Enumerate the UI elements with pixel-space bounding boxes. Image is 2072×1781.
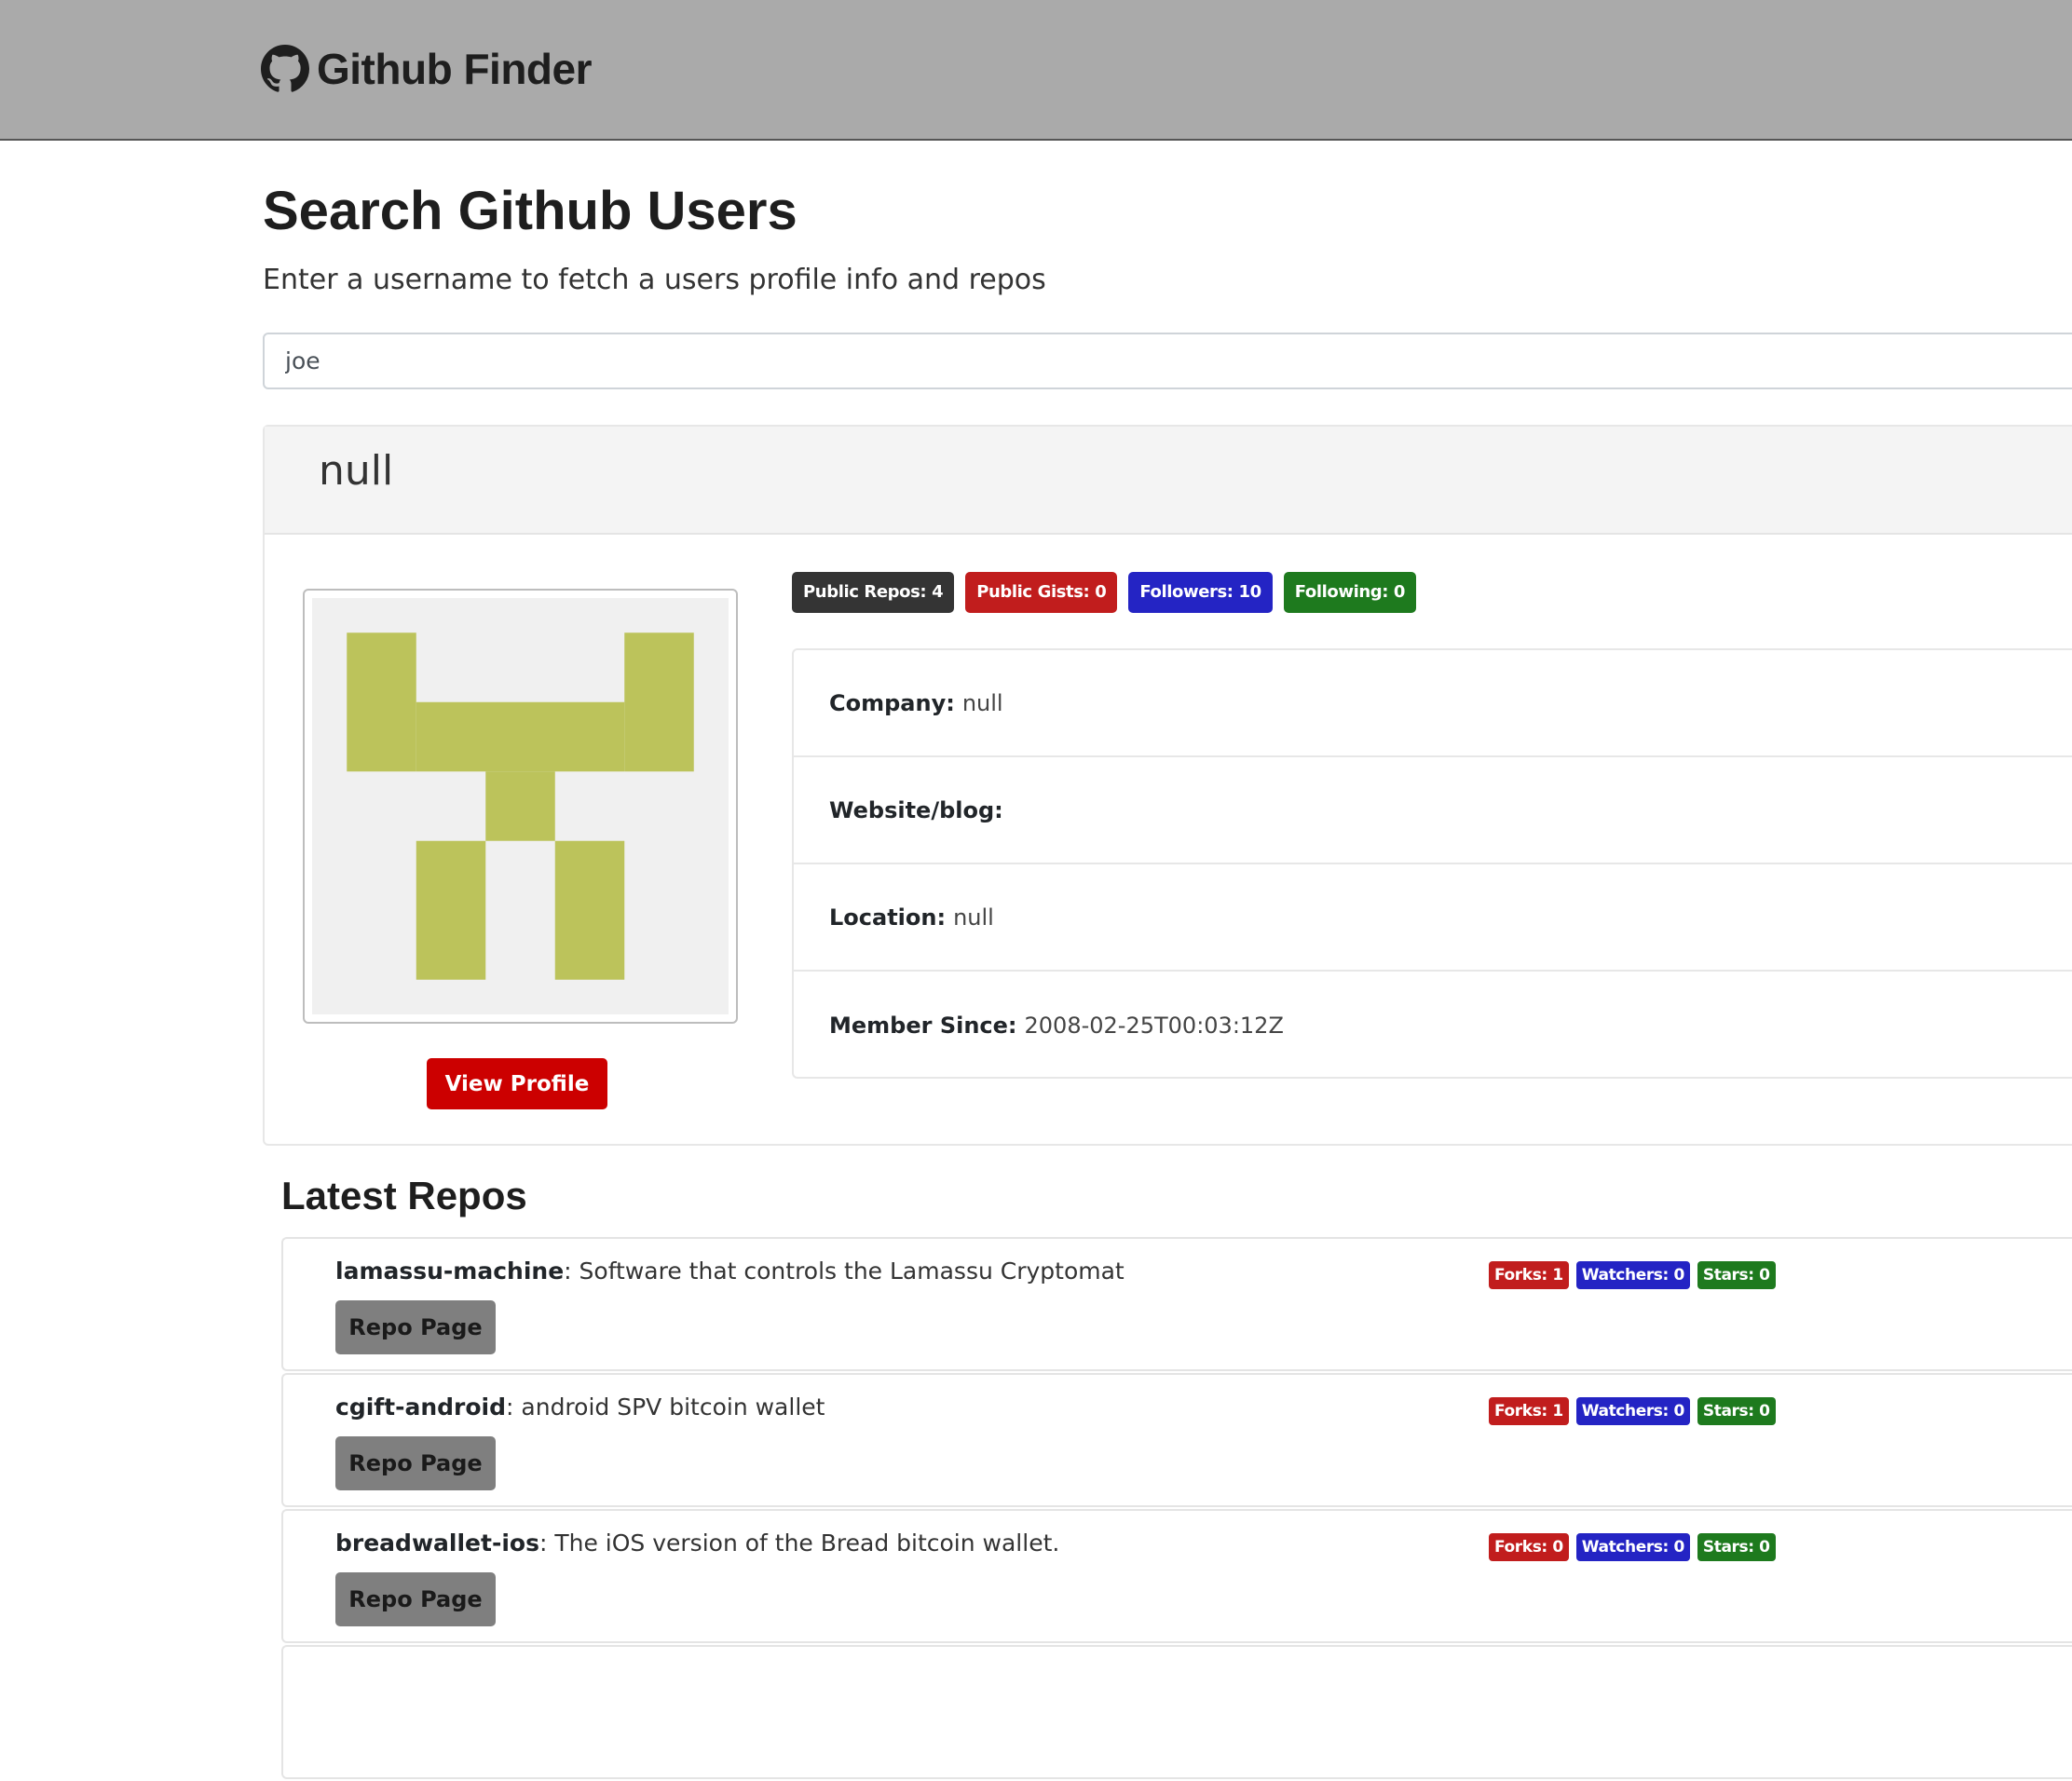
profile-name: null	[319, 447, 394, 495]
location-value: null	[953, 904, 994, 931]
repo-name: lamassu-machine	[335, 1258, 565, 1285]
repo-description: : Software that controls the Lamassu Cry…	[564, 1258, 1125, 1285]
detail-location: Location: null	[794, 864, 2072, 972]
profile-badges: Public Repos: 4 Public Gists: 0 Follower…	[792, 572, 1417, 613]
avatar-frame	[303, 589, 738, 1024]
member-since-label: Member Since:	[829, 1012, 1017, 1039]
page-title: Search Github Users	[263, 181, 797, 241]
member-since-value: 2008-02-25T00:03:12Z	[1024, 1012, 1284, 1039]
repo-line: breadwallet-ios: The iOS version of the …	[335, 1529, 1059, 1557]
stars-badge: Stars: 0	[1697, 1533, 1776, 1561]
repo-line: lamassu-machine: Software that controls …	[335, 1258, 1125, 1285]
repo-description: : android SPV bitcoin wallet	[506, 1394, 825, 1421]
detail-website: Website/blog:	[794, 757, 2072, 864]
watchers-badge: Watchers: 0	[1575, 1533, 1690, 1561]
repo-list: lamassu-machine: Software that controls …	[281, 1237, 2072, 1781]
repo-description: : The iOS version of the Bread bitcoin w…	[538, 1529, 1060, 1557]
repo-card-partial	[281, 1645, 2072, 1779]
followers-badge: Followers: 10	[1128, 572, 1273, 613]
website-label: Website/blog:	[829, 796, 1003, 823]
repo-page-button[interactable]: Repo Page	[335, 1436, 496, 1490]
profile-details-list: Company: null Website/blog: Location: nu…	[792, 648, 2072, 1079]
location-label: Location:	[829, 904, 947, 931]
company-value: null	[961, 689, 1003, 716]
navbar: Github Finder	[0, 0, 2072, 141]
page-subtitle: Enter a username to fetch a users profil…	[263, 264, 1046, 296]
repo-line: cgift-android: android SPV bitcoin walle…	[335, 1394, 825, 1421]
search-input[interactable]	[263, 333, 2072, 389]
repo-badges: Forks: 0 Watchers: 0 Stars: 0	[1489, 1533, 1776, 1561]
view-profile-button[interactable]: View Profile	[427, 1058, 607, 1109]
repo-name: breadwallet-ios	[335, 1529, 539, 1557]
repo-badges: Forks: 1 Watchers: 0 Stars: 0	[1489, 1397, 1776, 1425]
public-repos-badge: Public Repos: 4	[792, 572, 955, 613]
public-gists-badge: Public Gists: 0	[965, 572, 1118, 613]
following-badge: Following: 0	[1283, 572, 1417, 613]
repo-badges: Forks: 1 Watchers: 0 Stars: 0	[1489, 1261, 1776, 1289]
brand-label: Github Finder	[317, 45, 593, 93]
forks-badge: Forks: 1	[1489, 1261, 1569, 1289]
watchers-badge: Watchers: 0	[1575, 1261, 1690, 1289]
repo-card: lamassu-machine: Software that controls …	[281, 1237, 2072, 1371]
stars-badge: Stars: 0	[1697, 1261, 1776, 1289]
avatar	[312, 598, 729, 1014]
repo-page-button[interactable]: Repo Page	[335, 1572, 496, 1626]
detail-company: Company: null	[794, 650, 2072, 757]
profile-card: null View Profile Public Repos: 4 Public…	[263, 425, 2072, 1146]
stars-badge: Stars: 0	[1697, 1397, 1776, 1425]
github-icon	[261, 45, 309, 92]
repo-name: cgift-android	[335, 1394, 507, 1421]
profile-card-header: null	[265, 427, 2072, 535]
forks-badge: Forks: 1	[1489, 1397, 1569, 1425]
repo-card: cgift-android: android SPV bitcoin walle…	[281, 1373, 2072, 1507]
forks-badge: Forks: 0	[1489, 1533, 1569, 1561]
company-label: Company:	[829, 689, 955, 716]
repo-card: breadwallet-ios: The iOS version of the …	[281, 1509, 2072, 1643]
detail-member-since: Member Since: 2008-02-25T00:03:12Z	[794, 972, 2072, 1079]
repo-page-button[interactable]: Repo Page	[335, 1300, 496, 1354]
repos-heading: Latest Repos	[281, 1174, 527, 1217]
brand[interactable]: Github Finder	[261, 39, 593, 99]
watchers-badge: Watchers: 0	[1575, 1397, 1690, 1425]
